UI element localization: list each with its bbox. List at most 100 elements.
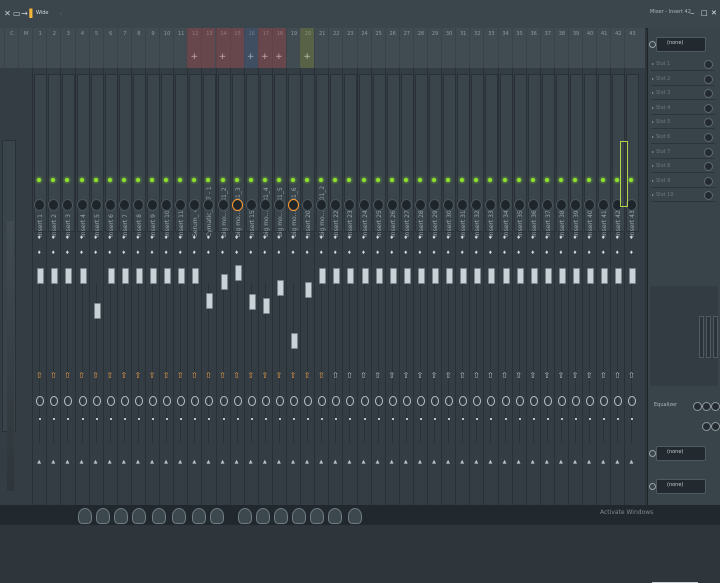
stereo-separation-icon[interactable]: ♦: [146, 235, 158, 241]
link-circle-icon[interactable]: [572, 396, 580, 406]
send-triangle-icon[interactable]: ▲: [188, 459, 200, 465]
stereo-icon[interactable]: ♦: [400, 250, 412, 256]
route-arrow-icon[interactable]: ⇧: [541, 371, 553, 380]
stereo-separation-icon[interactable]: ♦: [499, 235, 511, 241]
pan-knob[interactable]: [76, 199, 88, 211]
volume-fader[interactable]: [361, 268, 369, 284]
mixer-strip[interactable]: Insert 9 ♦ ♦ ⇧ ▲: [145, 68, 160, 505]
stereo-icon[interactable]: ♦: [287, 250, 299, 256]
link-circle-icon[interactable]: [247, 396, 256, 406]
mute-led[interactable]: [389, 178, 394, 182]
slot-mix-knob[interactable]: [704, 89, 713, 99]
stereo-icon[interactable]: ♦: [527, 250, 539, 256]
slot-mix-knob[interactable]: [704, 176, 713, 186]
volume-fader[interactable]: [587, 268, 595, 284]
volume-fader[interactable]: [178, 268, 186, 284]
link-circle-icon[interactable]: [332, 396, 341, 406]
eq-knob-3[interactable]: [711, 402, 720, 411]
insert-number-cell[interactable]: 7: [116, 28, 132, 68]
pan-knob[interactable]: [288, 199, 299, 211]
send-triangle-icon[interactable]: ▲: [47, 459, 59, 465]
pan-knob[interactable]: [302, 199, 314, 211]
send-triangle-icon[interactable]: ▲: [527, 459, 539, 465]
stereo-separation-icon[interactable]: ♦: [217, 235, 229, 241]
stereo-separation-icon[interactable]: ♦: [33, 235, 45, 241]
power-icon[interactable]: [649, 41, 656, 48]
stereo-separation-icon[interactable]: ♦: [301, 235, 313, 241]
stereo-separation-icon[interactable]: ♦: [287, 235, 299, 241]
volume-fader[interactable]: [93, 303, 101, 319]
stereo-icon[interactable]: ♦: [329, 250, 341, 256]
link-circle-icon[interactable]: [416, 396, 425, 406]
send-triangle-icon[interactable]: ▲: [104, 459, 116, 465]
send-triangle-icon[interactable]: ▲: [202, 459, 214, 465]
insert-number-cell[interactable]: 38: [553, 28, 569, 68]
effect-slot[interactable]: ▸ Slot 9: [651, 175, 715, 188]
volume-fader[interactable]: [305, 282, 313, 298]
stereo-separation-icon[interactable]: ♦: [132, 235, 144, 241]
stereo-separation-icon[interactable]: ♦: [597, 235, 609, 241]
effect-slot[interactable]: ▸ Slot 2: [651, 73, 715, 86]
insert-number-cell[interactable]: 5: [88, 28, 104, 68]
volume-fader[interactable]: [150, 268, 157, 284]
route-arrow-icon[interactable]: ⇧: [188, 371, 200, 380]
link-circle-icon[interactable]: [219, 396, 228, 406]
mute-led[interactable]: [262, 178, 267, 182]
send-triangle-icon[interactable]: ▲: [76, 459, 88, 465]
mute-led[interactable]: [361, 178, 366, 182]
route-arrow-icon[interactable]: ⇧: [104, 371, 116, 380]
volume-fader[interactable]: [234, 265, 242, 281]
mixer-strip[interactable]: Insert 27 ♦ ♦ ⇧ ▲: [398, 68, 414, 505]
taskbar-app-icon[interactable]: [152, 508, 166, 524]
pan-knob[interactable]: [217, 199, 229, 211]
stereo-separation-icon[interactable]: ♦: [611, 235, 623, 241]
send-triangle-icon[interactable]: ▲: [583, 459, 595, 465]
mute-led[interactable]: [248, 178, 253, 182]
slot-mix-knob[interactable]: [704, 118, 713, 128]
insert-number-cell[interactable]: 43: [624, 28, 639, 68]
volume-fader[interactable]: [629, 268, 637, 284]
volume-fader[interactable]: [79, 268, 87, 284]
stereo-icon[interactable]: ♦: [188, 250, 200, 256]
volume-fader[interactable]: [220, 274, 228, 290]
route-arrow-icon[interactable]: ⇧: [597, 371, 609, 380]
send-triangle-icon[interactable]: ▲: [358, 459, 370, 465]
link-circle-icon[interactable]: [487, 396, 496, 406]
link-circle-icon[interactable]: [628, 396, 637, 406]
stereo-separation-icon[interactable]: ♦: [513, 235, 525, 241]
stereo-separation-icon[interactable]: ♦: [231, 235, 243, 241]
insert-number-cell[interactable]: 6: [102, 28, 118, 68]
send-triangle-icon[interactable]: ▲: [513, 459, 525, 465]
route-arrow-icon[interactable]: ⇧: [513, 371, 525, 380]
minimize-icon[interactable]: ‒: [690, 9, 694, 17]
mute-led[interactable]: [573, 178, 577, 182]
insert-number-cell[interactable]: 32: [469, 28, 484, 68]
stereo-separation-icon[interactable]: ♦: [118, 235, 130, 241]
insert-number-cell[interactable]: 36: [525, 28, 541, 68]
route-arrow-icon[interactable]: ⇧: [61, 371, 73, 380]
stereo-icon[interactable]: ♦: [541, 250, 553, 256]
link-circle-icon[interactable]: [275, 396, 284, 406]
mixer-strip[interactable]: Insert 32 ♦ ♦ ⇧ ▲: [469, 68, 485, 505]
volume-fader[interactable]: [558, 268, 566, 284]
send-triangle-icon[interactable]: ▲: [160, 459, 172, 465]
taskbar-app-icon[interactable]: [256, 508, 270, 524]
link-circle-icon[interactable]: [402, 396, 411, 406]
insert-number-cell[interactable]: 33: [483, 28, 498, 68]
route-arrow-icon[interactable]: ⇧: [132, 371, 144, 380]
route-arrow-icon[interactable]: ⇧: [569, 371, 581, 380]
stereo-icon[interactable]: ♦: [76, 250, 88, 256]
volume-fader[interactable]: [474, 268, 482, 284]
route-arrow-icon[interactable]: ⇧: [231, 371, 243, 380]
route-arrow-icon[interactable]: ⇧: [358, 371, 370, 380]
route-arrow-icon[interactable]: ⇧: [202, 371, 214, 380]
play-icon[interactable]: ▌: [29, 9, 36, 18]
send-triangle-icon[interactable]: ▲: [428, 459, 440, 465]
effect-slot[interactable]: ▸ Slot 1: [651, 58, 715, 71]
link-circle-icon[interactable]: [388, 396, 397, 406]
mixer-strip[interactable]: Insert 36 ♦ ♦ ⇧ ▲: [525, 68, 541, 505]
route-arrow-icon[interactable]: ⇧: [611, 371, 623, 380]
link-circle-icon[interactable]: [191, 396, 200, 406]
stereo-separation-icon[interactable]: ♦: [527, 235, 539, 241]
send-triangle-icon[interactable]: ▲: [61, 459, 73, 465]
